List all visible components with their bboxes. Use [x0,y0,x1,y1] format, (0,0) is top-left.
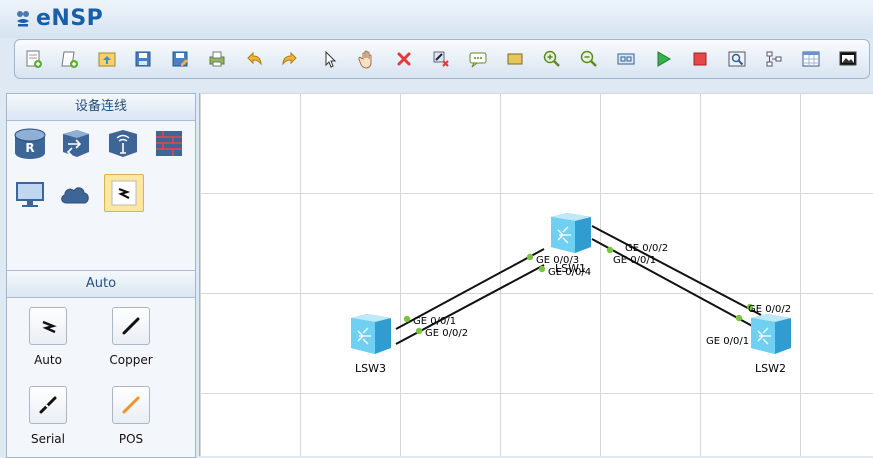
cable-label: Auto [34,353,62,367]
port-dot [415,327,423,335]
screen-icon[interactable] [837,48,859,70]
text-note-icon[interactable] [467,48,489,70]
port-label: GE 0/0/1 [413,316,456,327]
rectangle-icon[interactable] [504,48,526,70]
device-panel: 设备连线 R Auto Auto Copper Serial POS [6,93,196,458]
cable-label: POS [118,432,144,446]
save-icon[interactable] [132,48,154,70]
link-icon[interactable] [104,174,144,212]
port-dot [735,314,743,322]
switch-lsw1[interactable] [551,213,591,253]
link-lsw1-lsw2-a[interactable] [591,225,762,316]
topology-canvas[interactable]: LSW1 LSW3 LSW2 GE 0/0/1 GE 0/0/2 GE 0/0/… [199,93,873,456]
title-bar: eNSP [0,0,873,38]
cable-label: Serial [31,432,65,446]
cable-serial[interactable]: Serial [13,386,83,446]
interface-icon[interactable] [615,48,637,70]
serial-cable-icon [29,386,67,424]
port-dot [538,265,546,273]
delete-link-icon[interactable] [430,48,452,70]
cable-auto[interactable]: Auto [13,307,83,367]
router-icon[interactable]: R [11,125,49,161]
port-label: GE 0/0/2 [425,328,468,339]
app-title: eNSP [36,6,104,31]
zoom-out-icon[interactable] [578,48,600,70]
start-icon[interactable] [652,48,674,70]
link-lsw1-lsw2-b[interactable] [591,238,757,329]
main-toolbar [14,39,870,79]
cloud-icon[interactable] [57,176,95,212]
svg-text:R: R [25,141,34,155]
select-pointer-icon[interactable] [319,48,341,70]
pos-cable-icon [112,386,150,424]
stop-icon[interactable] [689,48,711,70]
enSP-logo-icon [17,11,29,27]
zoom-in-icon[interactable] [541,48,563,70]
port-label: GE 0/0/4 [548,267,591,278]
pc-icon[interactable] [11,176,49,212]
switch-lsw2[interactable] [751,314,791,354]
port-label: GE 0/0/2 [625,243,668,254]
delete-icon[interactable] [393,48,415,70]
firewall-icon[interactable] [150,125,188,161]
port-dot [403,315,411,323]
topology-icon[interactable] [763,48,785,70]
pan-hand-icon[interactable] [356,48,378,70]
auto-cable-icon [29,307,67,345]
print-icon[interactable] [206,48,228,70]
cable-label: Copper [109,353,153,367]
switch-icon[interactable] [57,125,95,161]
wireless-icon[interactable] [104,125,142,161]
save-as-icon[interactable] [169,48,191,70]
auto-section-title: Auto [7,270,195,298]
port-label: GE 0/0/1 [613,255,656,266]
capture-icon[interactable] [726,48,748,70]
device-label-lsw3: LSW3 [355,362,386,375]
copper-cable-icon [112,307,150,345]
open-icon[interactable] [96,48,118,70]
cable-copper[interactable]: Copper [96,307,166,367]
new-topology-icon[interactable] [23,48,45,70]
switch-lsw3[interactable] [351,314,391,354]
device-section-title: 设备连线 [7,94,195,121]
redo-icon[interactable] [279,48,301,70]
grid-icon[interactable] [800,48,822,70]
port-label: GE 0/0/3 [536,255,579,266]
port-label: GE 0/0/1 [706,336,749,347]
port-dot [526,253,534,261]
topology-diagram: LSW1 LSW3 LSW2 GE 0/0/1 GE 0/0/2 GE 0/0/… [351,213,791,375]
port-label: GE 0/0/2 [748,304,791,315]
device-label-lsw2: LSW2 [755,362,786,375]
cable-pos[interactable]: POS [96,386,166,446]
new-page-icon[interactable] [59,48,81,70]
port-dot [606,246,614,254]
undo-icon[interactable] [243,48,265,70]
